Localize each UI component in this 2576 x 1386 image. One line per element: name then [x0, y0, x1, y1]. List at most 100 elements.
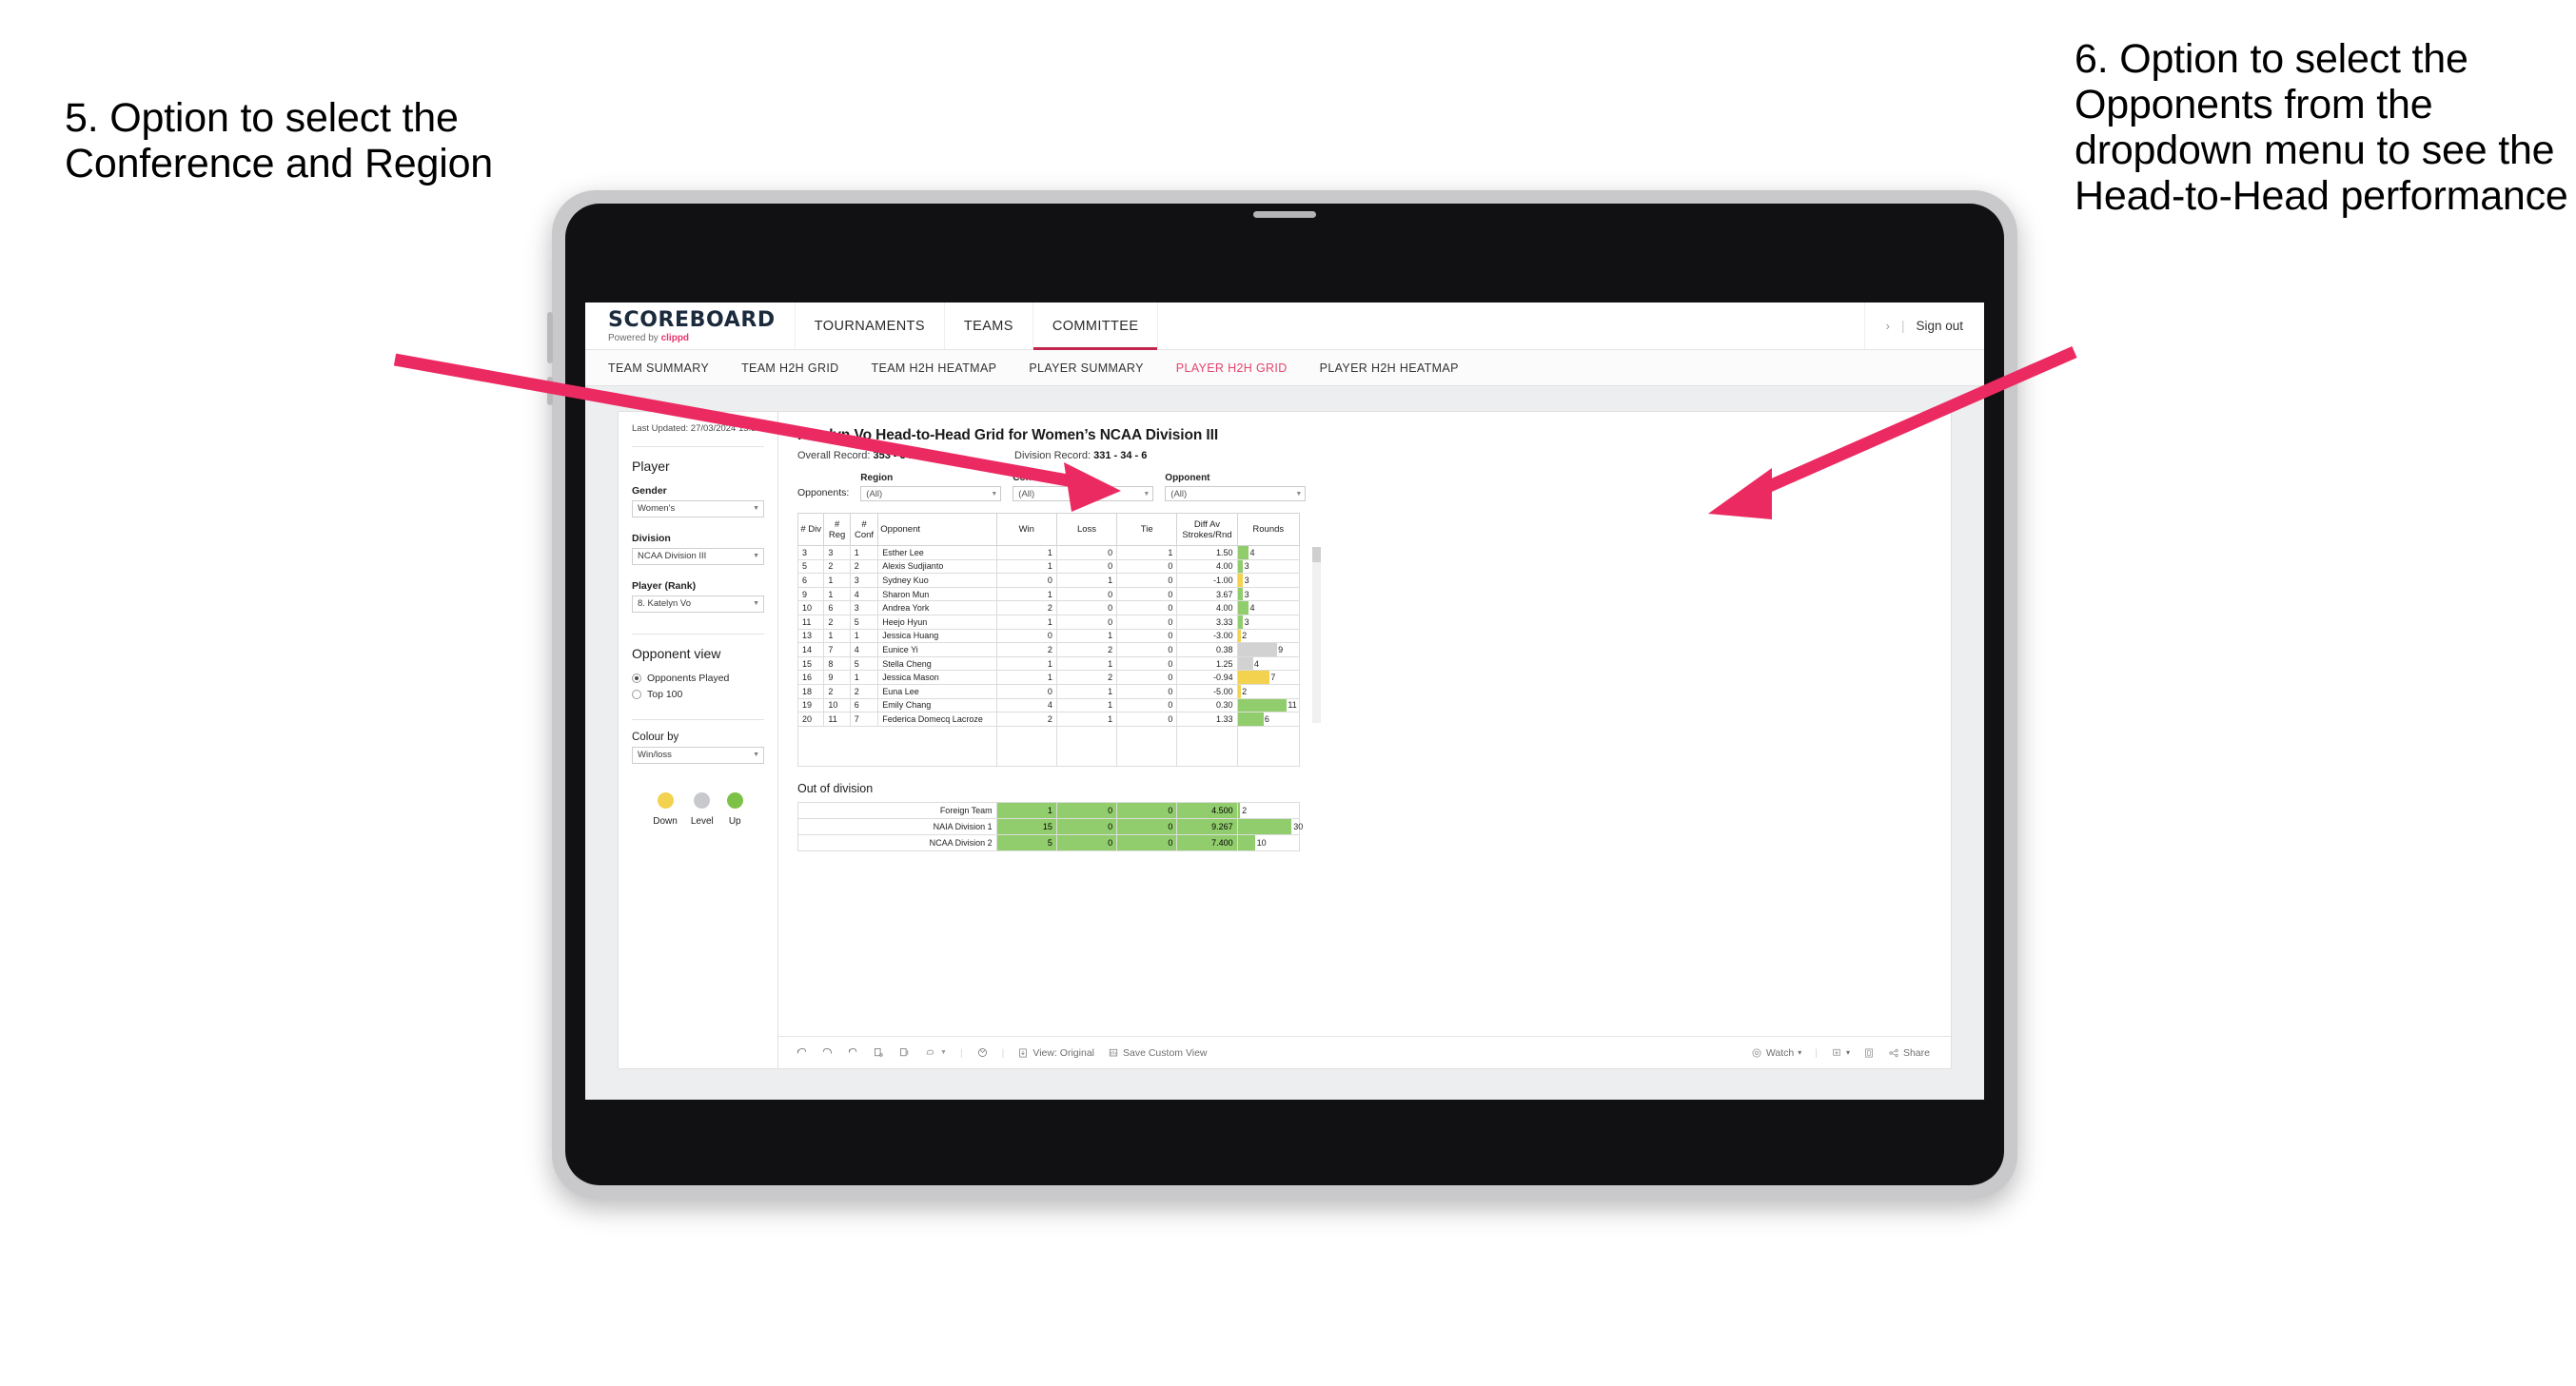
nav-divider: |	[1900, 319, 1905, 333]
th-loss[interactable]: Loss	[1055, 513, 1118, 546]
conference-select[interactable]: (All) ▼	[1013, 486, 1154, 501]
app-screen: SCOREBOARD Powered by clippd TOURNAMENTS…	[585, 303, 1984, 1100]
subnav-player-h2h-heatmap[interactable]: PLAYER H2H HEATMAP	[1320, 361, 1459, 375]
cell-rounds: 4	[1236, 600, 1301, 615]
table-row[interactable]: 11 2 5 Heejo Hyun 1 0 0 3.33 3	[796, 614, 1301, 630]
nav-tab-teams[interactable]: TEAMS	[945, 303, 1033, 349]
brand-logo[interactable]: SCOREBOARD Powered by clippd	[585, 303, 796, 349]
subnav-player-summary[interactable]: PLAYER SUMMARY	[1029, 361, 1143, 375]
subnav-team-h2h-heatmap[interactable]: TEAM H2H HEATMAP	[872, 361, 997, 375]
region-select[interactable]: (All) ▼	[860, 486, 1002, 501]
chevron-down-icon: ▼	[753, 600, 759, 608]
redo-icon[interactable]	[821, 1046, 834, 1059]
cell-opponent: Alexis Sudjianto	[877, 558, 997, 575]
cell-loss: 1	[1055, 573, 1118, 588]
table-row[interactable]: 20 11 7 Federica Domecq Lacroze 2 1 0 1.33 6	[796, 712, 1301, 727]
radio-top-100[interactable]: Top 100	[632, 689, 764, 700]
subnav-team-summary[interactable]: TEAM SUMMARY	[608, 361, 709, 375]
table-row[interactable]: 10 6 3 Andrea York 2 0 0 4.00 4	[796, 600, 1301, 615]
cell-rounds: 4	[1236, 655, 1301, 672]
table-row[interactable]: 14 7 4 Eunice Yi 2 2 0 0.38 9	[796, 642, 1301, 657]
cell-opponent: Heejo Hyun	[877, 614, 997, 630]
cell-reg: 8	[823, 655, 851, 672]
cell-win: 4	[995, 697, 1057, 713]
out-of-division-row[interactable]: NCAA Division 2 5 0 0 7.400 10	[797, 833, 1301, 851]
gender-label: Gender	[632, 484, 667, 497]
subnav-player-h2h-grid[interactable]: PLAYER H2H GRID	[1176, 361, 1288, 375]
division-value: NCAA Division III	[638, 551, 707, 562]
th-diff[interactable]: Diff Av Strokes/Rnd	[1176, 513, 1238, 546]
cell-win: 1	[995, 545, 1057, 560]
th-tie[interactable]: Tie	[1116, 513, 1178, 546]
cell-loss: 2	[1055, 670, 1118, 685]
cell-div: 16	[796, 670, 825, 685]
view-original-button[interactable]: View: Original	[1017, 1047, 1094, 1059]
highlight-icon[interactable]: ▼	[924, 1046, 947, 1059]
sign-out-link[interactable]: Sign out	[1916, 319, 1963, 333]
division-select[interactable]: NCAA Division III ▼	[632, 547, 764, 565]
table-row[interactable]: 16 9 1 Jessica Mason 1 2 0 -0.94 7	[796, 670, 1301, 685]
refresh-data-icon[interactable]	[873, 1046, 885, 1059]
undo-icon[interactable]	[796, 1046, 808, 1059]
radio-opponents-played[interactable]: Opponents Played	[632, 673, 764, 684]
th-win[interactable]: Win	[995, 513, 1057, 546]
chevron-right-icon[interactable]: ›	[1886, 319, 1890, 333]
sub-navigation-bar: TEAM SUMMARY TEAM H2H GRID TEAM H2H HEAT…	[585, 350, 1984, 386]
table-row[interactable]: 6 1 3 Sydney Kuo 0 1 0 -1.00 3	[796, 573, 1301, 588]
cell-loss: 0	[1055, 801, 1118, 819]
player-rank-select[interactable]: 8. Katelyn Vo ▼	[632, 595, 764, 613]
watch-button[interactable]: Watch ▾	[1751, 1047, 1801, 1059]
chevron-down-icon: ▼	[991, 490, 998, 498]
table-row[interactable]: 5 2 2 Alexis Sudjianto 1 0 0 4.00 3	[796, 558, 1301, 575]
revert-icon[interactable]	[847, 1046, 859, 1059]
cell-reg: 1	[823, 628, 851, 644]
share-button[interactable]: Share	[1888, 1047, 1930, 1059]
cell-tie: 0	[1116, 655, 1178, 672]
nav-tab-committee[interactable]: COMMITTEE	[1032, 303, 1159, 350]
table-row[interactable]: 19 10 6 Emily Chang 4 1 0 0.30 11	[796, 697, 1301, 713]
h2h-grid-panel: Katelyn Vo Head-to-Head Grid for Women’s…	[777, 411, 1952, 1069]
nav-tab-tournaments[interactable]: TOURNAMENTS	[796, 303, 945, 349]
opponent-select[interactable]: (All) ▼	[1165, 486, 1307, 501]
th-div[interactable]: # Div	[796, 513, 825, 546]
th-reg[interactable]: # Reg	[823, 513, 851, 546]
table-scrollbar-thumb[interactable]	[1312, 547, 1321, 562]
save-custom-view-button[interactable]: Save Custom View	[1108, 1047, 1208, 1059]
page-title: Katelyn Vo Head-to-Head Grid for Women’s…	[797, 427, 1219, 443]
nav-tab-tournaments-label: TOURNAMENTS	[814, 318, 925, 334]
cell-tie: 0	[1116, 697, 1178, 713]
cell-diff: -3.00	[1176, 628, 1238, 644]
table-row[interactable]: 15 8 5 Stella Cheng 1 1 0 1.25 4	[796, 655, 1301, 672]
show-me-icon[interactable]	[976, 1046, 989, 1059]
pause-updates-icon[interactable]	[898, 1046, 911, 1059]
cell-diff: 0.30	[1176, 697, 1238, 713]
cell-tie: 0	[1116, 801, 1178, 819]
chevron-down-icon: ▾	[1798, 1048, 1802, 1057]
records-row: Overall Record: 353 - 34 - 6 Division Re…	[797, 450, 1932, 461]
chevron-down-icon: ▼	[1295, 490, 1303, 498]
table-row[interactable]: 18 2 2 Euna Lee 0 1 0 -5.00 2	[796, 683, 1301, 699]
colour-by-select[interactable]: Win/loss ▼	[632, 746, 764, 764]
fullscreen-button[interactable]	[1863, 1047, 1875, 1059]
th-rounds[interactable]: Rounds	[1236, 513, 1301, 546]
watch-label: Watch	[1765, 1046, 1795, 1059]
gender-select[interactable]: Women’s ▼	[632, 499, 764, 517]
download-button[interactable]: ▾	[1831, 1047, 1850, 1059]
table-scrollbar-track[interactable]	[1312, 547, 1321, 723]
h2h-table-wrapper: # Div # Reg # Conf Opponent Win Loss Tie…	[796, 513, 1321, 767]
table-row[interactable]: 9 1 4 Sharon Mun 1 0 0 3.67 3	[796, 586, 1301, 602]
out-of-division-row[interactable]: NAIA Division 1 15 0 0 9.267 30	[797, 817, 1303, 835]
table-row[interactable]: 13 1 1 Jessica Huang 0 1 0 -3.00 2	[796, 628, 1301, 644]
out-of-division-row[interactable]: Foreign Team 1 0 0 4.500 2	[797, 801, 1301, 819]
cell-rounds: 3	[1236, 586, 1301, 602]
th-opponent[interactable]: Opponent	[877, 513, 997, 546]
cell-tie: 0	[1116, 670, 1178, 685]
cell-conf: 5	[849, 655, 879, 672]
table-row[interactable]: 3 3 1 Esther Lee 1 0 1 1.50 4	[796, 545, 1301, 560]
subnav-team-h2h-grid[interactable]: TEAM H2H GRID	[741, 361, 838, 375]
th-conf[interactable]: # Conf	[849, 513, 879, 546]
cell-diff: 1.25	[1176, 655, 1238, 672]
chevron-down-icon: ▾	[1845, 1048, 1850, 1057]
cell-loss: 0	[1055, 558, 1118, 575]
nav-tab-committee-label: COMMITTEE	[1052, 318, 1139, 334]
